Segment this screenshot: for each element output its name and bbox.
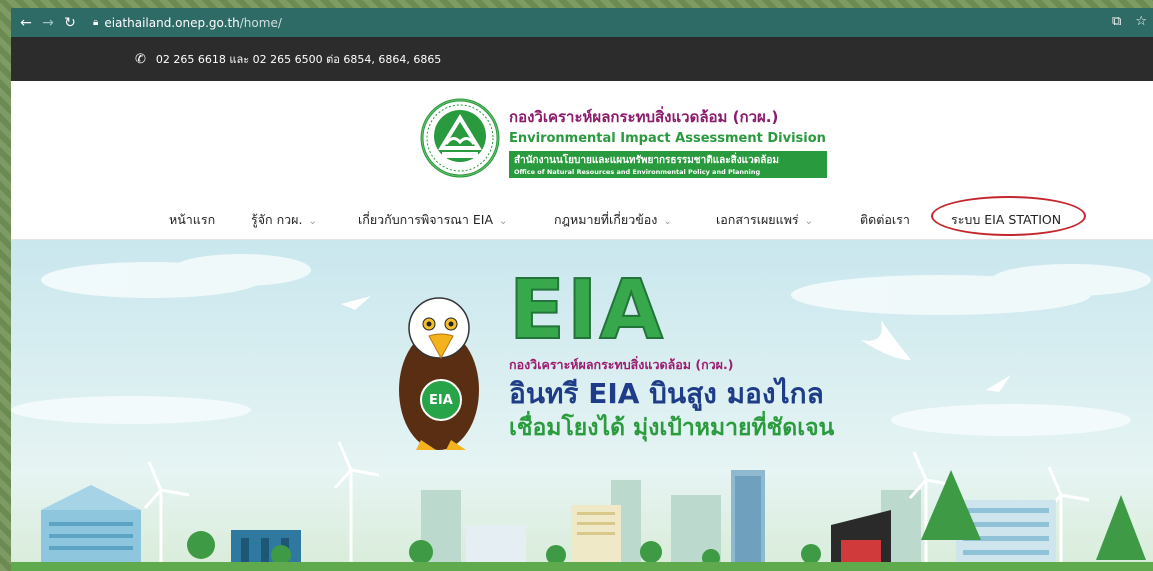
nav-item-home[interactable]: หน้าแรก (169, 210, 215, 230)
browser-window: ← → ↻ 🔒︎ eiathailand.onep.go.th/home/ ⧉ … (11, 8, 1153, 571)
hero-slogan-line2: เชื่อมโยงได้ มุ่งเป้าหมายที่ชัดเจน (509, 415, 835, 441)
contact-topbar: ✆ 02 265 6618 และ 02 265 6500 ต่อ 6854, … (11, 37, 1153, 81)
chevron-down-icon: ⌄ (499, 216, 508, 227)
nav-item-label: เกี่ยวกับการพิจารณา EIA (358, 212, 494, 227)
nav-item-laws[interactable]: กฎหมายที่เกี่ยวข้อง ⌄ (554, 210, 672, 230)
office-label-box: สำนักงานนโยบายและแผนทรัพยากรธรรมชาติและส… (509, 151, 827, 178)
office-name-en: Office of Natural Resources and Environm… (514, 168, 761, 176)
nav-item-label: รู้จัก กวผ. (251, 212, 303, 227)
back-icon[interactable]: ← (15, 15, 37, 31)
mascot-badge-label: EIA (429, 393, 453, 408)
address-bar: ← → ↻ 🔒︎ eiathailand.onep.go.th/home/ ⧉ … (11, 8, 1153, 37)
translate-icon[interactable]: ⧉ (1112, 14, 1121, 29)
forward-icon[interactable]: → (37, 15, 59, 31)
chevron-down-icon: ⌄ (308, 216, 317, 227)
brand-block[interactable]: กองวิเคราะห์ผลกระทบสิ่งแวดล้อม (กวผ.) En… (509, 105, 827, 178)
lock-icon: 🔒︎ (93, 17, 99, 28)
nav-item-publications[interactable]: เอกสารเผยแพร่ ⌄ (716, 210, 813, 230)
chevron-down-icon: ⌄ (804, 216, 814, 227)
phone-icon: ✆ (135, 51, 146, 67)
nav-item-label: หน้าแรก (169, 212, 216, 227)
office-name-th: สำนักงานนโยบายและแผนทรัพยากรธรรมชาติและส… (514, 155, 779, 166)
nav-item-about[interactable]: รู้จัก กวผ. ⌄ (251, 210, 317, 230)
url-path: /home/ (239, 15, 282, 30)
brand-title-th: กองวิเคราะห์ผลกระทบสิ่งแวดล้อม (กวผ.) (509, 108, 779, 126)
nav-item-eia-consideration[interactable]: เกี่ยวกับการพิจารณา EIA ⌄ (358, 210, 507, 230)
bookmark-star-icon[interactable]: ☆ (1135, 14, 1147, 29)
division-logo[interactable] (420, 98, 500, 178)
highlight-annotation (931, 196, 1086, 236)
hero-banner[interactable]: EIA EIA กองวิเคราะห์ผลกระทบสิ่งแวดล้อม (… (11, 240, 1153, 571)
chevron-down-icon: ⌄ (663, 216, 672, 227)
nav-item-label: ติดต่อเรา (860, 212, 910, 227)
nav-item-label: กฎหมายที่เกี่ยวข้อง (554, 212, 658, 227)
nav-item-label: เอกสารเผยแพร่ (716, 212, 799, 227)
brand-title-en: Environmental Impact Assessment Division (509, 131, 826, 146)
hero-eia-title: EIA (508, 263, 665, 358)
eagle-mascot (399, 297, 479, 450)
url-field[interactable]: 🔒︎ eiathailand.onep.go.th/home/ (93, 12, 282, 33)
phone-number: 02 265 6618 และ 02 265 6500 ต่อ 6854, 68… (155, 53, 442, 66)
reload-icon[interactable]: ↻ (59, 15, 81, 31)
url-host: eiathailand.onep.go.th (104, 15, 240, 30)
site-header: กองวิเคราะห์ผลกระทบสิ่งแวดล้อม (กวผ.) En… (11, 81, 1153, 199)
nav-item-contact[interactable]: ติดต่อเรา (860, 210, 910, 230)
